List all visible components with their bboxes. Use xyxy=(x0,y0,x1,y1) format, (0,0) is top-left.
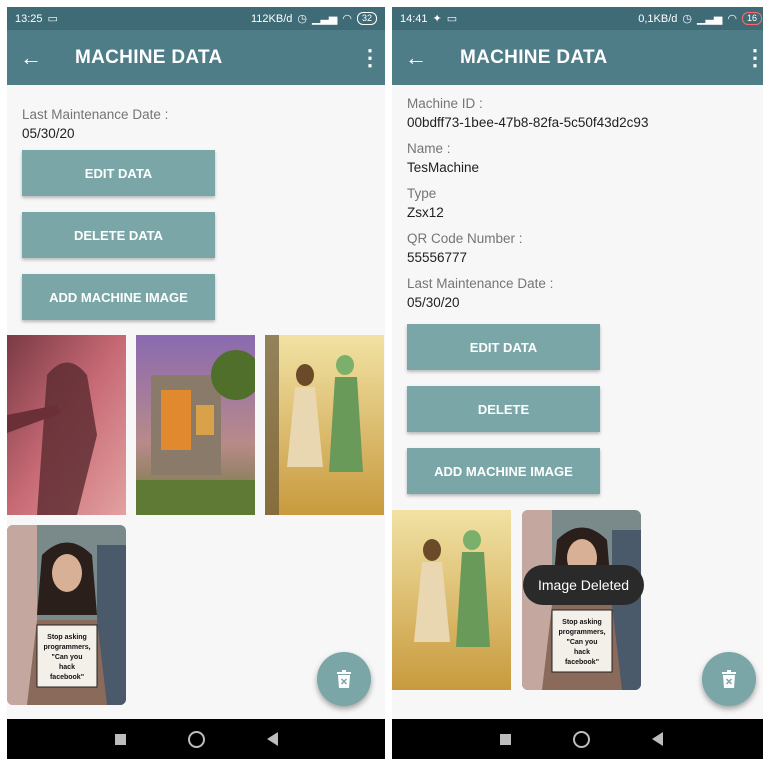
sign-line: facebook" xyxy=(565,659,599,666)
screen-icon: ▭ xyxy=(446,13,458,25)
anime-couple-photo xyxy=(392,510,511,690)
home-icon[interactable] xyxy=(187,730,205,748)
left-phone-screen: 13:25 ▭ 112KB/d ◷ ▁▃▅ ◠ 32 ← MACHINE DAT… xyxy=(7,7,385,759)
twitter-icon: ✦ xyxy=(432,13,442,25)
wifi-icon: ◠ xyxy=(342,13,352,25)
last-maintenance-label: Last Maintenance Date : xyxy=(22,107,169,122)
name-value: TesMachine xyxy=(407,160,480,175)
battery-icon: 32 xyxy=(356,12,377,25)
sign-line: hack xyxy=(574,649,590,656)
status-bar: 13:25 ▭ 112KB/d ◷ ▁▃▅ ◠ 32 xyxy=(7,7,385,30)
machine-image[interactable]: Stop asking programmers, "Can you hack f… xyxy=(7,525,126,705)
machine-image[interactable] xyxy=(392,510,511,690)
type-label: Type xyxy=(407,186,437,201)
sign-line: Stop asking xyxy=(47,634,87,641)
system-nav-bar xyxy=(392,719,763,759)
back-triangle-icon[interactable] xyxy=(651,732,663,746)
stone-house-photo xyxy=(136,335,255,515)
app-bar: ← MACHINE DATA ⋮ xyxy=(392,30,763,85)
page-title: MACHINE DATA xyxy=(75,46,223,68)
sign-line: programmers, xyxy=(558,629,605,636)
content[interactable]: Machine ID : 00bdff73-1bee-47b8-82fa-5c5… xyxy=(392,85,763,719)
sign-line: facebook" xyxy=(50,674,84,681)
delete-data-button[interactable]: DELETE DATA xyxy=(22,212,215,258)
last-maintenance-value: 05/30/20 xyxy=(407,295,460,310)
sign-line: hack xyxy=(59,664,75,671)
machine-image[interactable] xyxy=(265,335,384,515)
overflow-menu-icon[interactable]: ⋮ xyxy=(355,45,385,71)
edit-data-button[interactable]: EDIT DATA xyxy=(407,324,600,370)
protest-sign-photo: Stop asking programmers, "Can you hack f… xyxy=(7,525,126,705)
app-bar: ← MACHINE DATA ⋮ xyxy=(7,30,385,85)
machine-id-label: Machine ID : xyxy=(407,96,483,111)
right-phone-screen: 14:41 ✦ ▭ 0,1KB/d ◷ ▁▃▅ ◠ 16 ← MACHINE D… xyxy=(392,7,763,759)
alarm-icon: ◷ xyxy=(297,13,307,25)
machine-id-value: 00bdff73-1bee-47b8-82fa-5c50f43d2c93 xyxy=(407,115,649,130)
qr-code-value: 55556777 xyxy=(407,250,468,265)
qr-code-label: QR Code Number : xyxy=(407,231,523,246)
back-arrow-icon[interactable]: ← xyxy=(7,45,55,71)
last-maintenance-value: 05/30/20 xyxy=(22,126,75,141)
page-title: MACHINE DATA xyxy=(460,46,608,68)
status-time: 13:25 xyxy=(15,12,43,25)
sign-line: programmers, xyxy=(43,644,90,651)
screen-icon: ▭ xyxy=(47,13,58,25)
image-deleted-toast: Image Deleted xyxy=(523,565,645,605)
battery-icon: 16 xyxy=(741,12,762,25)
overflow-menu-icon[interactable]: ⋮ xyxy=(740,45,763,71)
back-triangle-icon[interactable] xyxy=(266,732,278,746)
wifi-icon: ◠ xyxy=(727,13,737,25)
machine-image[interactable] xyxy=(136,335,255,515)
network-speed: 112KB/d xyxy=(250,12,293,25)
home-icon[interactable] xyxy=(572,730,590,748)
name-label: Name : xyxy=(407,141,451,156)
alarm-icon: ◷ xyxy=(682,13,692,25)
add-machine-image-button[interactable]: ADD MACHINE IMAGE xyxy=(22,274,215,320)
trash-icon xyxy=(337,670,351,688)
delete-fab-button[interactable] xyxy=(702,652,756,706)
status-bar: 14:41 ✦ ▭ 0,1KB/d ◷ ▁▃▅ ◠ 16 xyxy=(392,7,763,30)
last-maintenance-label: Last Maintenance Date : xyxy=(407,276,554,291)
content[interactable]: Last Maintenance Date : 05/30/20 EDIT DA… xyxy=(7,85,385,719)
recents-icon[interactable] xyxy=(114,733,126,745)
sign-line: Stop asking xyxy=(562,619,602,626)
edit-data-button[interactable]: EDIT DATA xyxy=(22,150,215,196)
signal-icon: ▁▃▅ xyxy=(311,13,338,25)
recents-icon[interactable] xyxy=(499,733,511,745)
trash-icon xyxy=(722,670,736,688)
woman-silhouette-photo xyxy=(7,335,126,515)
back-arrow-icon[interactable]: ← xyxy=(392,45,440,71)
add-machine-image-button[interactable]: ADD MACHINE IMAGE xyxy=(407,448,600,494)
sign-line: "Can you xyxy=(567,639,598,646)
sign-line: "Can you xyxy=(52,654,83,661)
system-nav-bar xyxy=(7,719,385,759)
anime-couple-photo xyxy=(265,335,384,515)
type-value: Zsx12 xyxy=(407,205,444,220)
machine-image[interactable] xyxy=(7,335,126,515)
signal-icon: ▁▃▅ xyxy=(696,13,723,25)
delete-fab-button[interactable] xyxy=(317,652,371,706)
delete-button[interactable]: DELETE xyxy=(407,386,600,432)
status-time: 14:41 xyxy=(400,12,428,25)
network-speed: 0,1KB/d xyxy=(638,12,678,25)
